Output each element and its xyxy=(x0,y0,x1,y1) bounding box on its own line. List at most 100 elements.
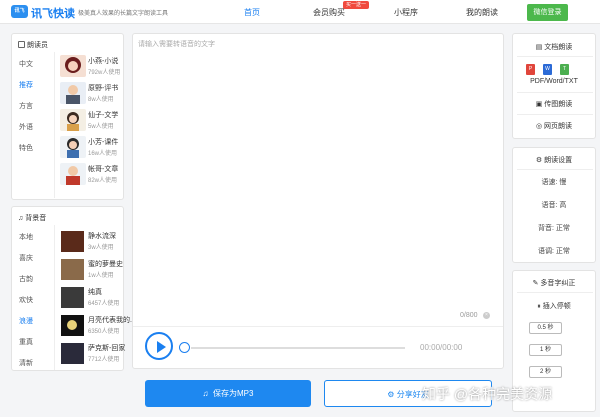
editor-placeholder[interactable]: 请输入需要转语音的文字 xyxy=(138,39,215,49)
track-name[interactable]: 蜜的萝曼史 xyxy=(88,259,123,269)
voice-usage: 82w人使用 xyxy=(88,178,118,184)
voice-cat-dialect[interactable]: 方言 xyxy=(19,101,33,111)
globe-icon: ◎ xyxy=(535,123,545,130)
insert-pause-text: 插入停顿 xyxy=(542,303,571,310)
web-read-label: 网页朗读 xyxy=(544,123,573,130)
voice-panel-title: 朗读员 xyxy=(18,40,48,50)
document-icon: ▤ xyxy=(535,44,545,51)
divider xyxy=(517,56,593,57)
music-cat-pure[interactable]: 重真 xyxy=(19,337,33,347)
pause-1s-button[interactable]: 1 秒 xyxy=(529,344,562,356)
music-panel: ♫ 背景音 本地 喜庆 古韵 欢快 浪漫 重真 清新 静水流深 3w人使用 蜜的… xyxy=(11,206,136,371)
doc-formats[interactable]: PDF/Word/TXT xyxy=(513,78,595,85)
word-icon: W xyxy=(543,64,552,75)
progress-knob[interactable] xyxy=(179,342,190,353)
doc-read-panel: ▤ 文档朗读 P W T PDF/Word/TXT ▣ 传图朗读 ◎ 网页朗读 xyxy=(512,33,596,139)
pause-2s-button[interactable]: 2 秒 xyxy=(529,366,562,378)
voice-panel: 朗读员 中文 推荐 方言 外语 特色 小燕-小说 792w人使用 原野-评书 8… xyxy=(11,33,124,200)
divider xyxy=(517,292,593,293)
voice-usage: 5w人使用 xyxy=(88,124,114,130)
nav-my-readings[interactable]: 我的朗读 xyxy=(466,7,498,18)
txt-icon: T xyxy=(560,64,569,75)
track-cover[interactable] xyxy=(61,315,84,336)
voice-cat-special[interactable]: 特色 xyxy=(19,143,33,153)
music-cat-local[interactable]: 本地 xyxy=(19,232,33,242)
web-read-button[interactable]: ◎ 网页朗读 xyxy=(513,121,595,131)
nav-mini-program[interactable]: 小程序 xyxy=(394,7,418,18)
image-read-label: 传图朗读 xyxy=(544,101,573,108)
doc-read-title-text: 文档朗读 xyxy=(544,44,573,51)
voice-name[interactable]: 小芳-课件 xyxy=(88,137,118,147)
image-read-button[interactable]: ▣ 传图朗读 xyxy=(513,99,595,109)
track-cover[interactable] xyxy=(61,259,84,280)
play-button[interactable] xyxy=(145,332,173,360)
track-cover[interactable] xyxy=(61,231,84,252)
voice-avatar[interactable] xyxy=(60,136,86,158)
voice-panel-title-text: 朗读员 xyxy=(27,42,48,49)
music-panel-title-text: 背景音 xyxy=(25,215,47,222)
voice-avatar[interactable] xyxy=(60,109,86,131)
text-editor[interactable]: 请输入需要转语音的文字 0/800 × 00:00/00:00 xyxy=(132,33,504,369)
voice-name[interactable]: 小燕-小说 xyxy=(88,56,118,66)
voice-avatar[interactable] xyxy=(60,55,86,77)
pause-0-5s-button[interactable]: 0.5 秒 xyxy=(529,322,562,334)
voice-avatar[interactable] xyxy=(60,163,86,185)
voice-usage: 16w人使用 xyxy=(88,151,118,157)
track-name[interactable]: 月亮代表我的... xyxy=(88,315,136,325)
nav-home[interactable]: 首页 xyxy=(244,7,260,18)
music-cat-ancient[interactable]: 古韵 xyxy=(19,274,33,284)
doc-read-title[interactable]: ▤ 文档朗读 xyxy=(513,42,595,52)
music-cat-festive[interactable]: 喜庆 xyxy=(19,253,33,263)
divider xyxy=(133,326,503,327)
music-cat-fresh[interactable]: 清新 xyxy=(19,358,33,368)
promo-badge: 买一送一 xyxy=(343,1,370,9)
bg-volume-setting[interactable]: 背音: 正常 xyxy=(513,223,595,233)
track-usage: 3w人使用 xyxy=(88,245,114,251)
playback-time: 00:00/00:00 xyxy=(420,343,463,352)
voice-usage: 792w人使用 xyxy=(88,70,121,76)
insert-pause-title: ⏸ 插入停顿 xyxy=(513,301,595,311)
voice-cat-chinese[interactable]: 中文 xyxy=(19,59,33,69)
divider xyxy=(517,169,593,170)
polyphone-title-text: 多音字纠正 xyxy=(540,280,576,287)
voice-setting[interactable]: 语音: 高 xyxy=(513,200,595,210)
save-mp3-button[interactable]: ♫ 保存为MP3 xyxy=(145,380,311,407)
speed-setting[interactable]: 语速: 慢 xyxy=(513,177,595,187)
track-name[interactable]: 萨克斯-回家 xyxy=(88,343,125,353)
brand-name[interactable]: 讯飞快读 xyxy=(31,5,75,21)
music-cat-romantic[interactable]: 浪漫 xyxy=(19,316,33,326)
music-panel-title: ♫ 背景音 xyxy=(18,213,46,223)
user-icon xyxy=(18,41,25,48)
track-cover[interactable] xyxy=(61,343,84,364)
track-name[interactable]: 静水流深 xyxy=(88,231,116,241)
play-icon xyxy=(157,341,166,353)
save-mp3-label: 保存为MP3 xyxy=(213,389,254,398)
voice-cat-foreign[interactable]: 外语 xyxy=(19,122,33,132)
track-usage: 6350人使用 xyxy=(88,329,120,335)
tagline: 极美真人效果的长篇文字朗读工具 xyxy=(78,11,169,17)
divider xyxy=(54,225,55,370)
voice-avatar[interactable] xyxy=(60,82,86,104)
voice-name[interactable]: 仙子-文学 xyxy=(88,110,118,120)
settings-title-text: 朗读设置 xyxy=(544,157,573,164)
top-navbar: 讯飞 讯飞快读 极美真人效果的长篇文字朗读工具 首页 会员购买 买一送一 小程序… xyxy=(0,0,600,24)
wechat-login-button[interactable]: 微信登录 xyxy=(527,4,568,21)
image-icon: ▣ xyxy=(535,101,545,108)
music-cat-cheerful[interactable]: 欢快 xyxy=(19,295,33,305)
share-icon: ⚙ xyxy=(387,390,397,399)
track-cover[interactable] xyxy=(61,287,84,308)
watermark: 知乎 @各种完美资源 xyxy=(422,386,553,402)
tone-setting[interactable]: 语调: 正常 xyxy=(513,246,595,256)
voice-name[interactable]: 帐哥-文章 xyxy=(88,164,118,174)
track-name[interactable]: 纯真 xyxy=(88,287,102,297)
nav-membership[interactable]: 会员购买 xyxy=(313,7,345,18)
pdf-icon: P xyxy=(526,64,535,75)
polyphone-title[interactable]: ✎ 多音字纠正 xyxy=(513,278,595,288)
progress-track[interactable] xyxy=(191,347,405,349)
voice-name[interactable]: 原野-评书 xyxy=(88,83,118,93)
app-logo[interactable]: 讯飞 xyxy=(11,5,28,18)
voice-usage: 8w人使用 xyxy=(88,97,114,103)
clear-icon[interactable]: × xyxy=(483,312,490,319)
track-usage: 6457人使用 xyxy=(88,301,120,307)
voice-cat-recommend[interactable]: 推荐 xyxy=(19,80,33,90)
